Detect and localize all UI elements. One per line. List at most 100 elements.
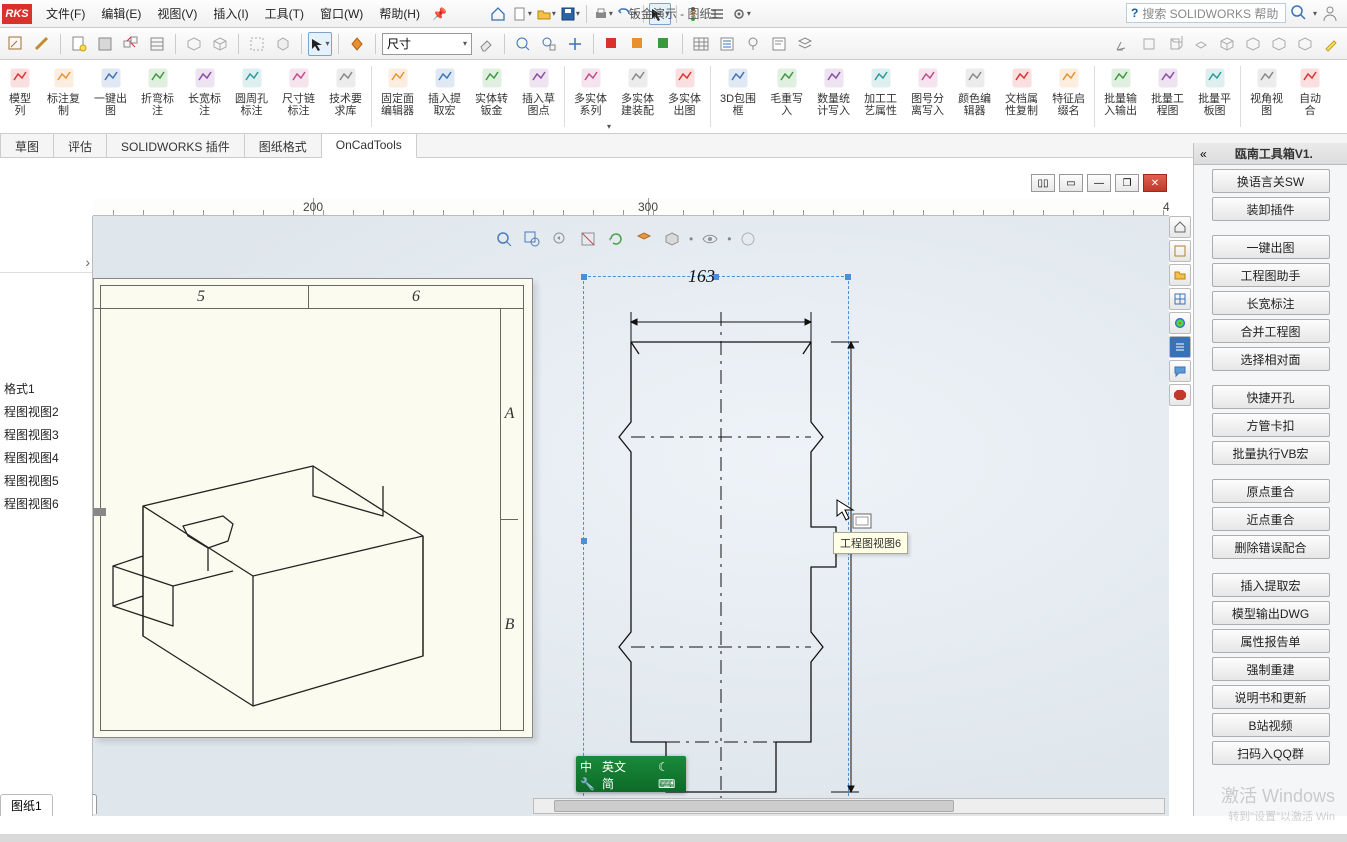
new-icon[interactable]: ▾ bbox=[511, 3, 533, 25]
revision-icon[interactable] bbox=[793, 32, 817, 56]
triad-icon[interactable] bbox=[1111, 32, 1135, 56]
hud-rotate-icon[interactable] bbox=[605, 228, 627, 250]
ribbon-长宽标注[interactable]: 长宽标 注 bbox=[181, 60, 228, 133]
taskpane-btn-6[interactable]: 选择相对面 bbox=[1212, 347, 1330, 371]
taskpane-btn-3[interactable]: 工程图助手 bbox=[1212, 263, 1330, 287]
tree-item-3[interactable]: 程图视图4 bbox=[0, 446, 92, 469]
tree-item-0[interactable]: 格式1 bbox=[0, 377, 92, 400]
taskpane-btn-15[interactable]: 属性报告单 bbox=[1212, 629, 1330, 653]
menu-pin-icon[interactable]: 📌 bbox=[432, 7, 447, 21]
ribbon-数量统计写入[interactable]: 数量统 计写入 bbox=[810, 60, 857, 133]
taskpane-btn-2[interactable]: 一键出图 bbox=[1212, 235, 1330, 259]
ribbon-颜色编辑器[interactable]: 颜色编 辑器 bbox=[951, 60, 998, 133]
ribbon-3D包围框[interactable]: 3D包围 框 bbox=[713, 60, 763, 133]
hud-display-style-icon[interactable] bbox=[633, 228, 655, 250]
tree-item-5[interactable]: 程图视图6 bbox=[0, 492, 92, 515]
taskpane-btn-1[interactable]: 装卸插件 bbox=[1212, 197, 1330, 221]
diamond-icon[interactable] bbox=[345, 32, 369, 56]
side-home-icon[interactable] bbox=[1169, 216, 1191, 238]
replace-icon[interactable] bbox=[119, 32, 143, 56]
layer-red-icon[interactable] bbox=[600, 32, 624, 56]
home-icon[interactable] bbox=[487, 3, 509, 25]
ribbon-视角视图[interactable]: 视角视 图 bbox=[1243, 60, 1290, 133]
tab-oncadtools[interactable]: OnCadTools bbox=[322, 134, 417, 158]
menu-file[interactable]: 文件(F) bbox=[38, 1, 93, 26]
open-icon[interactable]: ▾ bbox=[535, 3, 557, 25]
view-iso-icon[interactable] bbox=[1215, 32, 1239, 56]
ribbon-自动合[interactable]: 自动 合 bbox=[1290, 60, 1330, 133]
side-view-palette-icon[interactable] bbox=[1169, 288, 1191, 310]
search-icon[interactable] bbox=[1290, 4, 1308, 22]
select-cursor-icon[interactable]: ▾ bbox=[308, 32, 332, 56]
menu-insert[interactable]: 插入(I) bbox=[205, 1, 256, 26]
hud-prev-view-icon[interactable] bbox=[549, 228, 571, 250]
bom-icon[interactable] bbox=[715, 32, 739, 56]
sketch-tool-icon[interactable] bbox=[4, 32, 28, 56]
doc-layout1-icon[interactable]: ▯▯ bbox=[1031, 174, 1055, 192]
note-icon[interactable] bbox=[767, 32, 791, 56]
side-library-icon[interactable] bbox=[1169, 240, 1191, 262]
view-top-icon[interactable] bbox=[1189, 32, 1213, 56]
tree-item-2[interactable]: 程图视图3 bbox=[0, 423, 92, 446]
side-explorer-icon[interactable] bbox=[1169, 264, 1191, 286]
ribbon-批量工程图[interactable]: 批量工 程图 bbox=[1144, 60, 1191, 133]
hud-zoom-area-icon[interactable] bbox=[521, 228, 543, 250]
taskpane-btn-12[interactable]: 删除错误配合 bbox=[1212, 535, 1330, 559]
ribbon-毛重写入[interactable]: 毛重写 入 bbox=[763, 60, 810, 133]
zoom-fit-icon[interactable] bbox=[511, 32, 535, 56]
tab-sw-addins[interactable]: SOLIDWORKS 插件 bbox=[107, 134, 245, 157]
ribbon-多实体系列[interactable]: 多实体 系列▾ bbox=[567, 60, 614, 133]
ribbon-插入草图点[interactable]: 插入草 图点 bbox=[515, 60, 562, 133]
user-icon[interactable] bbox=[1321, 4, 1339, 22]
doc-minimize-icon[interactable]: — bbox=[1087, 174, 1111, 192]
ime-moon-icon[interactable]: ☾ bbox=[658, 760, 682, 774]
doc-close-icon[interactable]: ✕ bbox=[1143, 174, 1167, 192]
ribbon-多实体出图[interactable]: 多实体 出图 bbox=[661, 60, 708, 133]
horizontal-scrollbar[interactable] bbox=[533, 798, 1165, 814]
taskpane-btn-5[interactable]: 合并工程图 bbox=[1212, 319, 1330, 343]
view-front-icon[interactable] bbox=[1137, 32, 1161, 56]
ime-keyboard-icon[interactable]: ⌨ bbox=[658, 777, 682, 791]
ribbon-技术要求库[interactable]: 技术要 求库 bbox=[322, 60, 369, 133]
doc-layout2-icon[interactable]: ▭ bbox=[1059, 174, 1083, 192]
view-right-icon[interactable] bbox=[1163, 32, 1187, 56]
iso-view-icon[interactable] bbox=[182, 32, 206, 56]
ribbon-固定面编辑器[interactable]: 固定面 编辑器 bbox=[374, 60, 421, 133]
doc-restore-icon[interactable]: ❐ bbox=[1115, 174, 1139, 192]
side-forum-icon[interactable] bbox=[1169, 360, 1191, 382]
menu-view[interactable]: 视图(V) bbox=[149, 1, 205, 26]
gear-icon[interactable]: ▾ bbox=[730, 3, 752, 25]
ime-bar[interactable]: 中英文☾ 🔧简⌨ bbox=[576, 756, 686, 792]
layer-orange-icon[interactable] bbox=[626, 32, 650, 56]
ribbon-标注复制[interactable]: 标注复 制 bbox=[40, 60, 87, 133]
ribbon-图号分离写入[interactable]: 图号分 离写入 bbox=[904, 60, 951, 133]
taskpane-btn-17[interactable]: 说明书和更新 bbox=[1212, 685, 1330, 709]
layer-green-icon[interactable] bbox=[652, 32, 676, 56]
menu-help[interactable]: 帮助(H) bbox=[371, 1, 428, 26]
menu-window[interactable]: 窗口(W) bbox=[312, 1, 371, 26]
ribbon-批量平板图[interactable]: 批量平 板图 bbox=[1191, 60, 1238, 133]
hud-zoom-fit-icon[interactable] bbox=[493, 228, 515, 250]
pan-icon[interactable] bbox=[563, 32, 587, 56]
taskpane-btn-10[interactable]: 原点重合 bbox=[1212, 479, 1330, 503]
ribbon-尺寸链标注[interactable]: 尺寸链 标注 bbox=[275, 60, 322, 133]
taskpane-btn-18[interactable]: B站视频 bbox=[1212, 713, 1330, 737]
tab-evaluate[interactable]: 评估 bbox=[54, 134, 107, 157]
zoom-window-icon[interactable] bbox=[537, 32, 561, 56]
ribbon-特征启缀名[interactable]: 特征启 缀名 bbox=[1045, 60, 1092, 133]
taskpane-btn-8[interactable]: 方管卡扣 bbox=[1212, 413, 1330, 437]
wireframe-icon[interactable] bbox=[208, 32, 232, 56]
ribbon-多实体建装配[interactable]: 多实体 建装配 bbox=[614, 60, 661, 133]
panel-collapse-icon[interactable]: › bbox=[85, 254, 90, 270]
side-stop-icon[interactable] bbox=[1169, 384, 1191, 406]
taskpane-btn-19[interactable]: 扫码入QQ群 bbox=[1212, 741, 1330, 765]
hud-section-icon[interactable] bbox=[577, 228, 599, 250]
hud-hide-show-icon[interactable] bbox=[699, 228, 721, 250]
taskpane-btn-13[interactable]: 插入提取宏 bbox=[1212, 573, 1330, 597]
taskpane-btn-14[interactable]: 模型输出DWG bbox=[1212, 601, 1330, 625]
tree-item-1[interactable]: 程图视图2 bbox=[0, 400, 92, 423]
ribbon-插入提取宏[interactable]: 插入提 取宏 bbox=[421, 60, 468, 133]
doc-wizard-icon[interactable] bbox=[67, 32, 91, 56]
block-icon[interactable] bbox=[93, 32, 117, 56]
isometric-view[interactable] bbox=[93, 456, 453, 736]
